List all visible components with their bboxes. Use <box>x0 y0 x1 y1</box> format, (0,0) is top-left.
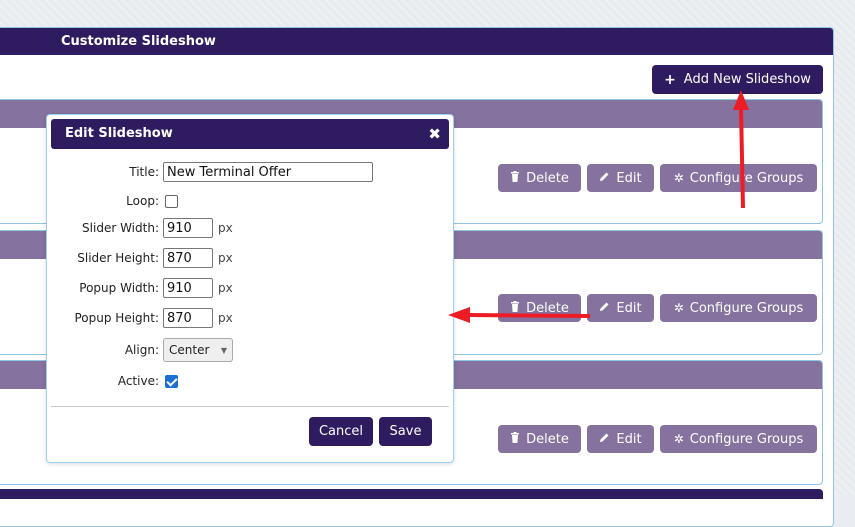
active-label: Active: <box>117 374 159 388</box>
edit-slideshow-dialog: Edit Slideshow ✖ Title: New Terminal Off… <box>46 114 454 463</box>
slider-height-label: Slider Height: <box>77 251 159 265</box>
configure-groups-button[interactable]: ✲ Configure Groups <box>660 164 817 192</box>
popup-width-input[interactable]: 910 <box>163 278 213 298</box>
slider-height-value: 870 <box>167 250 192 266</box>
align-select[interactable]: Center ▼ <box>163 338 233 362</box>
configure-groups-label: Configure Groups <box>689 431 804 447</box>
loop-checkbox[interactable] <box>165 194 178 208</box>
slider-width-input[interactable]: 910 <box>163 218 213 238</box>
slider-height-row: Slider Height: 870 px <box>47 246 233 270</box>
align-selected-value: Center <box>169 343 210 357</box>
popup-height-value: 870 <box>167 310 192 326</box>
px-unit: px <box>218 251 233 265</box>
title-row: Title: New Terminal Offer <box>47 160 373 184</box>
cancel-button[interactable]: Cancel <box>309 417 373 446</box>
delete-button[interactable]: Delete <box>498 164 581 192</box>
active-row: Active: <box>47 369 178 393</box>
dialog-header: Edit Slideshow ✖ <box>51 119 449 149</box>
loop-label: Loop: <box>126 194 159 208</box>
popup-width-value: 910 <box>167 280 192 296</box>
delete-button[interactable]: Delete <box>498 425 581 453</box>
loop-row: Loop: <box>47 189 178 213</box>
gear-icon: ✲ <box>673 432 684 446</box>
popup-width-row: Popup Width: 910 px <box>47 276 233 300</box>
configure-groups-label: Configure Groups <box>689 300 804 316</box>
dialog-divider <box>51 406 449 407</box>
next-card-header <box>0 489 823 499</box>
slider-width-label: Slider Width: <box>82 221 159 235</box>
edit-button[interactable]: Edit <box>587 425 654 453</box>
edit-button[interactable]: Edit <box>587 294 654 322</box>
configure-groups-button[interactable]: ✲ Configure Groups <box>660 425 817 453</box>
popup-height-label: Popup Height: <box>74 311 159 325</box>
panel-title: Customize Slideshow <box>0 28 833 55</box>
slider-width-row: Slider Width: 910 px <box>47 216 233 240</box>
configure-groups-label: Configure Groups <box>689 170 804 186</box>
pencil-icon <box>599 171 610 186</box>
save-button[interactable]: Save <box>379 417 432 446</box>
align-label: Align: <box>124 343 159 357</box>
trash-icon <box>510 431 520 447</box>
plus-icon: + <box>664 71 676 88</box>
title-input[interactable]: New Terminal Offer <box>163 162 373 182</box>
gear-icon: ✲ <box>673 171 684 185</box>
slider-width-value: 910 <box>167 220 192 236</box>
gear-icon: ✲ <box>673 301 684 315</box>
delete-label: Delete <box>526 300 569 316</box>
edit-button[interactable]: Edit <box>587 164 654 192</box>
px-unit: px <box>218 221 233 235</box>
edit-label: Edit <box>616 431 642 447</box>
delete-label: Delete <box>526 170 569 186</box>
add-new-slideshow-button[interactable]: + Add New Slideshow <box>652 65 823 94</box>
align-row: Align: Center ▼ <box>47 338 233 362</box>
px-unit: px <box>218 281 233 295</box>
popup-height-row: Popup Height: 870 px <box>47 306 233 330</box>
pencil-icon <box>599 301 610 316</box>
chevron-down-icon: ▼ <box>220 345 227 355</box>
edit-label: Edit <box>616 300 642 316</box>
delete-button[interactable]: Delete <box>498 294 581 322</box>
popup-width-label: Popup Width: <box>79 281 159 295</box>
pencil-icon <box>599 432 610 447</box>
delete-label: Delete <box>526 431 569 447</box>
add-new-slideshow-label: Add New Slideshow <box>683 72 811 87</box>
px-unit: px <box>218 311 233 325</box>
slider-height-input[interactable]: 870 <box>163 248 213 268</box>
title-label: Title: <box>129 165 159 179</box>
close-icon[interactable]: ✖ <box>428 119 441 149</box>
configure-groups-button[interactable]: ✲ Configure Groups <box>660 294 817 322</box>
trash-icon <box>510 170 520 186</box>
trash-icon <box>510 300 520 316</box>
popup-height-input[interactable]: 870 <box>163 308 213 328</box>
title-input-value: New Terminal Offer <box>167 164 292 180</box>
dialog-title: Edit Slideshow <box>65 126 173 141</box>
active-checkbox[interactable] <box>165 374 178 388</box>
edit-label: Edit <box>616 170 642 186</box>
